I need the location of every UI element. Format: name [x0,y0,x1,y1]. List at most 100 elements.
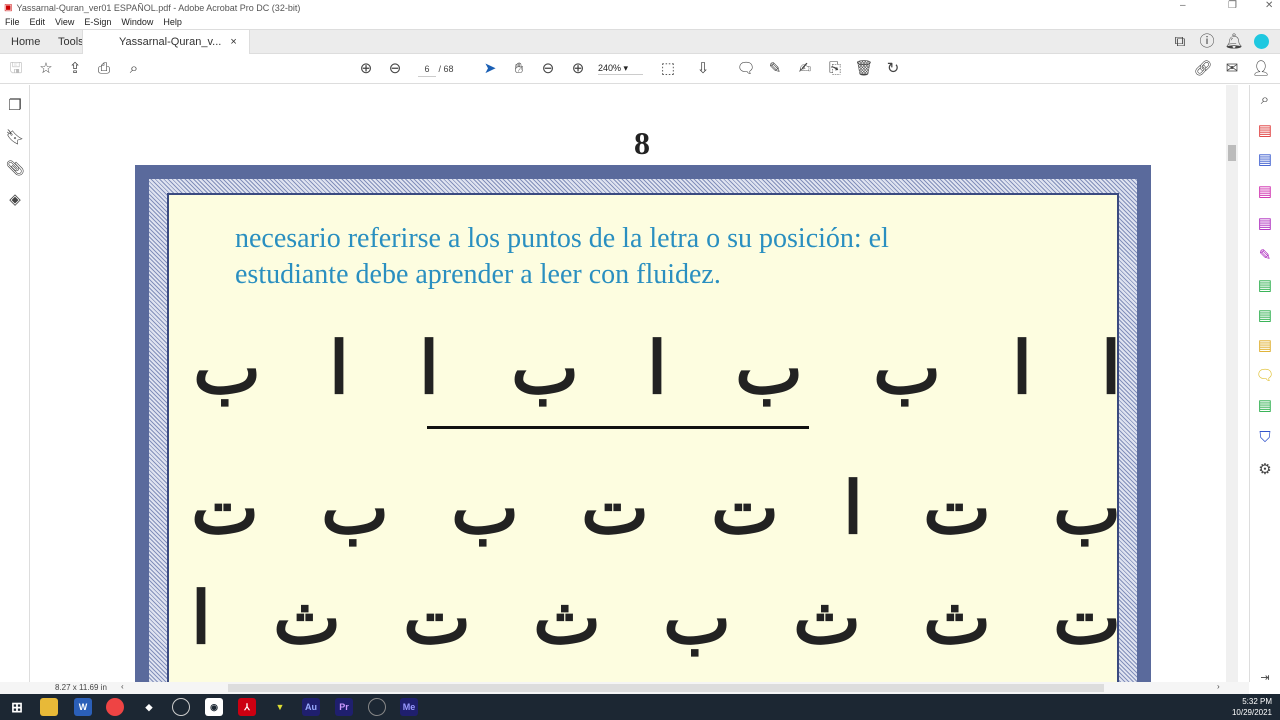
upload-icon[interactable]: ⇪ [65,54,85,84]
clock[interactable]: 5:32 PM 10/29/2021 [1232,696,1272,718]
help-icon[interactable]: ⓘ [1197,27,1217,57]
start-icon[interactable]: ⊞ [8,698,26,716]
acrobat-taskbar-icon[interactable]: ⅄ [238,698,256,716]
menu-file[interactable]: File [5,17,20,27]
scroll-left-icon[interactable]: ‹ [121,682,124,691]
email-icon[interactable]: ✉ [1222,54,1242,84]
arabic-letter: ب [1053,465,1121,550]
arabic-letter: ث [923,575,991,660]
zoom-out-icon[interactable]: ⊖ [538,54,558,84]
close-window-button[interactable]: ✕ [1265,0,1273,11]
arabic-letter: ب [511,325,579,410]
compare-icon[interactable]: ▤ [1255,301,1275,331]
audition-icon[interactable]: Au [302,698,320,716]
fill-sign-icon[interactable]: ✎ [1255,241,1275,271]
next-page-icon[interactable]: ⊖ [385,54,405,84]
link-icon[interactable]: 🔗︎ [1193,54,1213,84]
chrome-icon[interactable] [106,698,124,716]
arabic-letter: ت [923,465,991,550]
zoom-in-icon[interactable]: ⊕ [568,54,588,84]
sign-icon[interactable]: ✍︎ [795,54,815,84]
scroll-thumb[interactable] [228,684,1104,692]
prev-page-icon[interactable]: ⊕ [356,54,376,84]
print-icon[interactable]: ⎙ [94,54,114,84]
page-total: / 68 [438,64,454,74]
tab-close-icon[interactable]: × [230,36,236,48]
instruction-text: necesario referirse a los puntos de la l… [235,221,889,293]
layers-icon[interactable]: ◈ [5,185,25,215]
instruction-line-1: necesario referirse a los puntos de la l… [235,223,889,254]
bookmark-icon[interactable]: 🔖︎ [5,123,25,153]
pages-icon[interactable]: ❐ [5,91,25,121]
hand-icon[interactable]: ✋︎ [509,54,529,84]
scroll-right-icon[interactable]: › [1217,682,1220,691]
arabic-letter: ب [735,325,803,410]
bell-icon[interactable]: 🔔︎ [1224,27,1244,57]
app-icon[interactable]: ◆ [140,698,158,716]
send-sign-icon[interactable]: ▤ [1255,271,1275,301]
premiere-icon[interactable]: Pr [335,698,353,716]
zoom-select[interactable]: 240% ▾ [598,63,643,75]
file-explorer-icon[interactable] [40,698,58,716]
arabic-letter: ا [418,325,440,410]
app-icon[interactable]: ◉ [205,698,223,716]
vertical-scrollbar[interactable] [1226,85,1238,682]
rotate-icon[interactable]: ↻ [883,54,903,84]
app-icon[interactable] [368,698,386,716]
menu-esign[interactable]: E-Sign [84,17,111,27]
print-production-icon[interactable]: ▤ [1255,391,1275,421]
letter-row-2: تببتتاتب [169,463,1121,553]
letter-row-1: باابابباا [169,323,1121,413]
arabic-letter: ت [191,465,259,550]
organize-pages-icon[interactable]: ▤ [1255,177,1275,207]
media-encoder-icon[interactable]: Me [400,698,418,716]
menu-view[interactable]: View [55,17,74,27]
word-icon[interactable]: W [74,698,92,716]
restore-button[interactable]: ❐ [1228,0,1237,11]
page-content: necesario referirse a los puntos de la l… [167,193,1121,682]
export-pdf-icon[interactable]: ▤ [1255,116,1275,146]
fit-page-icon[interactable]: ⬚ [658,54,678,84]
app-icon[interactable]: ▼ [271,698,289,716]
collapse-pane-icon[interactable]: ⇥ [1255,663,1275,693]
arabic-letter: ا [190,575,212,660]
menu-edit[interactable]: Edit [30,17,46,27]
tab-tools[interactable]: Tools [58,30,84,54]
add-user-icon[interactable]: 👤︎ [1251,54,1271,84]
zoom-tool-icon[interactable]: ⌕ [1255,85,1275,115]
menu-window[interactable]: Window [121,17,153,27]
comment-icon[interactable]: 🗨︎ [736,54,756,84]
save-icon[interactable]: 🖫 [6,54,26,84]
scroll-thumb[interactable] [1228,145,1236,161]
arabic-letter: ب [451,465,519,550]
horizontal-scrollbar[interactable]: 8.27 x 11.69 in ‹ › [0,682,1249,694]
more-tools-icon[interactable]: ⚙︎ [1255,455,1275,485]
share-icon[interactable]: ⧉ [1170,27,1190,57]
avatar[interactable] [1254,34,1269,49]
minimize-button[interactable]: – [1180,0,1186,11]
app-icon[interactable] [172,698,190,716]
edit-pdf-tool-icon[interactable]: ▤ [1255,209,1275,239]
protect-icon[interactable]: ⛉ [1255,423,1275,453]
tab-home[interactable]: Home [11,30,40,54]
create-pdf-icon[interactable]: ▤ [1255,145,1275,175]
edit-pdf-icon[interactable]: ⎘ [825,54,845,84]
highlight-pen-icon[interactable]: ✎ [765,54,785,84]
page-navigator: 6 / 68 [418,62,454,77]
scan-icon[interactable]: ▤ [1255,331,1275,361]
search-icon[interactable]: ⌕ [124,54,144,84]
menu-help[interactable]: Help [163,17,182,27]
trash-icon[interactable]: 🗑︎ [854,54,874,84]
menu-bar: File Edit View E-Sign Window Help [0,15,1280,29]
arabic-letter: ت [1053,575,1121,660]
page-input[interactable]: 6 [418,62,436,77]
star-icon[interactable]: ☆ [36,54,56,84]
tab-document[interactable]: Yassarnal-Quran_v... × [82,30,250,55]
instruction-line-2: estudiante debe aprender a leer con flui… [235,259,721,290]
arabic-letter: ب [193,325,261,410]
attachment-icon[interactable]: 📎︎ [5,154,25,184]
arabic-letter: ت [581,465,649,550]
comment-tool-icon[interactable]: 🗨︎ [1255,361,1275,391]
select-cursor-icon[interactable]: ➤ [480,54,500,84]
scroll-mode-icon[interactable]: ⇩ [693,54,713,84]
